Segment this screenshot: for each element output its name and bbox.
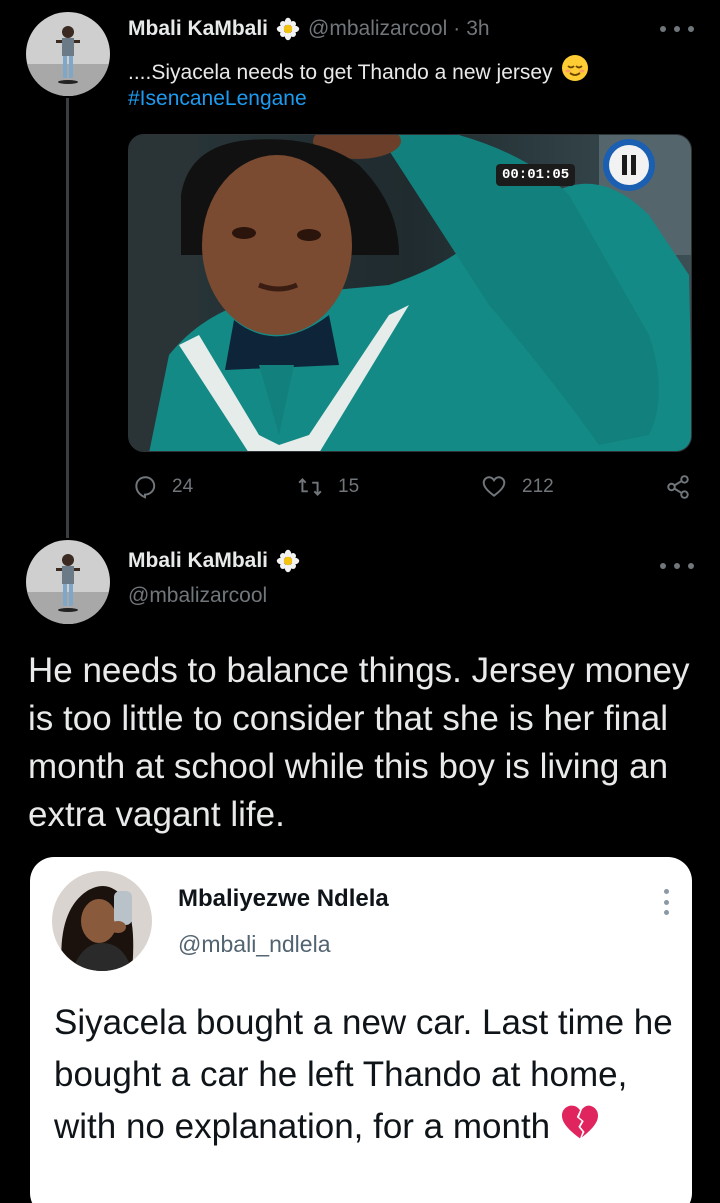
author-handle[interactable]: @mbalizarcool: [128, 584, 267, 608]
more-icon[interactable]: [660, 19, 694, 39]
quoted-tweet-card[interactable]: Mbaliyezwe Ndlela @mbali_ndlela Siyacela…: [30, 857, 692, 1203]
thread-line: [66, 98, 69, 538]
author-handle[interactable]: @mbalizarcool: [308, 17, 447, 41]
reply-icon: [135, 476, 156, 499]
flower-badge-icon: [276, 17, 300, 41]
reply-author: Mbali KaMbali: [128, 549, 308, 573]
share-icon: [667, 475, 689, 499]
more-icon[interactable]: [660, 556, 694, 576]
reply-text: He needs to balance things. Jersey money…: [28, 651, 690, 834]
retweet-count: 15: [338, 476, 360, 497]
quoted-author-name: Mbaliyezwe Ndlela: [178, 885, 389, 912]
tweet-header: Mbali KaMbali @mbalizarcool · 3h: [128, 14, 490, 44]
reply-count: 24: [172, 476, 194, 497]
retweet-icon: [298, 478, 322, 496]
author-name[interactable]: Mbali KaMbali: [128, 549, 268, 573]
broken-heart-emoji: [560, 1103, 600, 1155]
like-button[interactable]: 212: [480, 474, 554, 500]
timestamp[interactable]: 3h: [466, 17, 489, 41]
video-thumbnail[interactable]: [128, 134, 692, 452]
more-icon: [664, 889, 670, 915]
tweet-text-content: ....Siyacela needs to get Thando a new j…: [128, 60, 553, 84]
relieved-face-emoji: [561, 54, 589, 91]
quoted-author-handle: @mbali_ndlela: [178, 931, 331, 957]
share-button[interactable]: [664, 474, 706, 500]
avatar[interactable]: [26, 12, 110, 96]
retweet-button[interactable]: 15: [296, 474, 359, 500]
video-timecode: 00:01:05: [496, 164, 576, 186]
author-name[interactable]: Mbali KaMbali: [128, 17, 268, 41]
avatar[interactable]: [26, 540, 110, 624]
tweet-actions: 24 15 212: [128, 474, 692, 504]
avatar: [52, 871, 152, 971]
hashtag-link[interactable]: #IsencaneLengane: [128, 84, 307, 114]
like-icon: [482, 476, 506, 497]
quoted-text: Siyacela bought a new car. Last time he …: [54, 997, 674, 1155]
reply-button[interactable]: 24: [132, 474, 193, 500]
separator: ·: [453, 17, 461, 40]
flower-badge-icon: [276, 549, 300, 573]
like-count: 212: [522, 476, 554, 497]
